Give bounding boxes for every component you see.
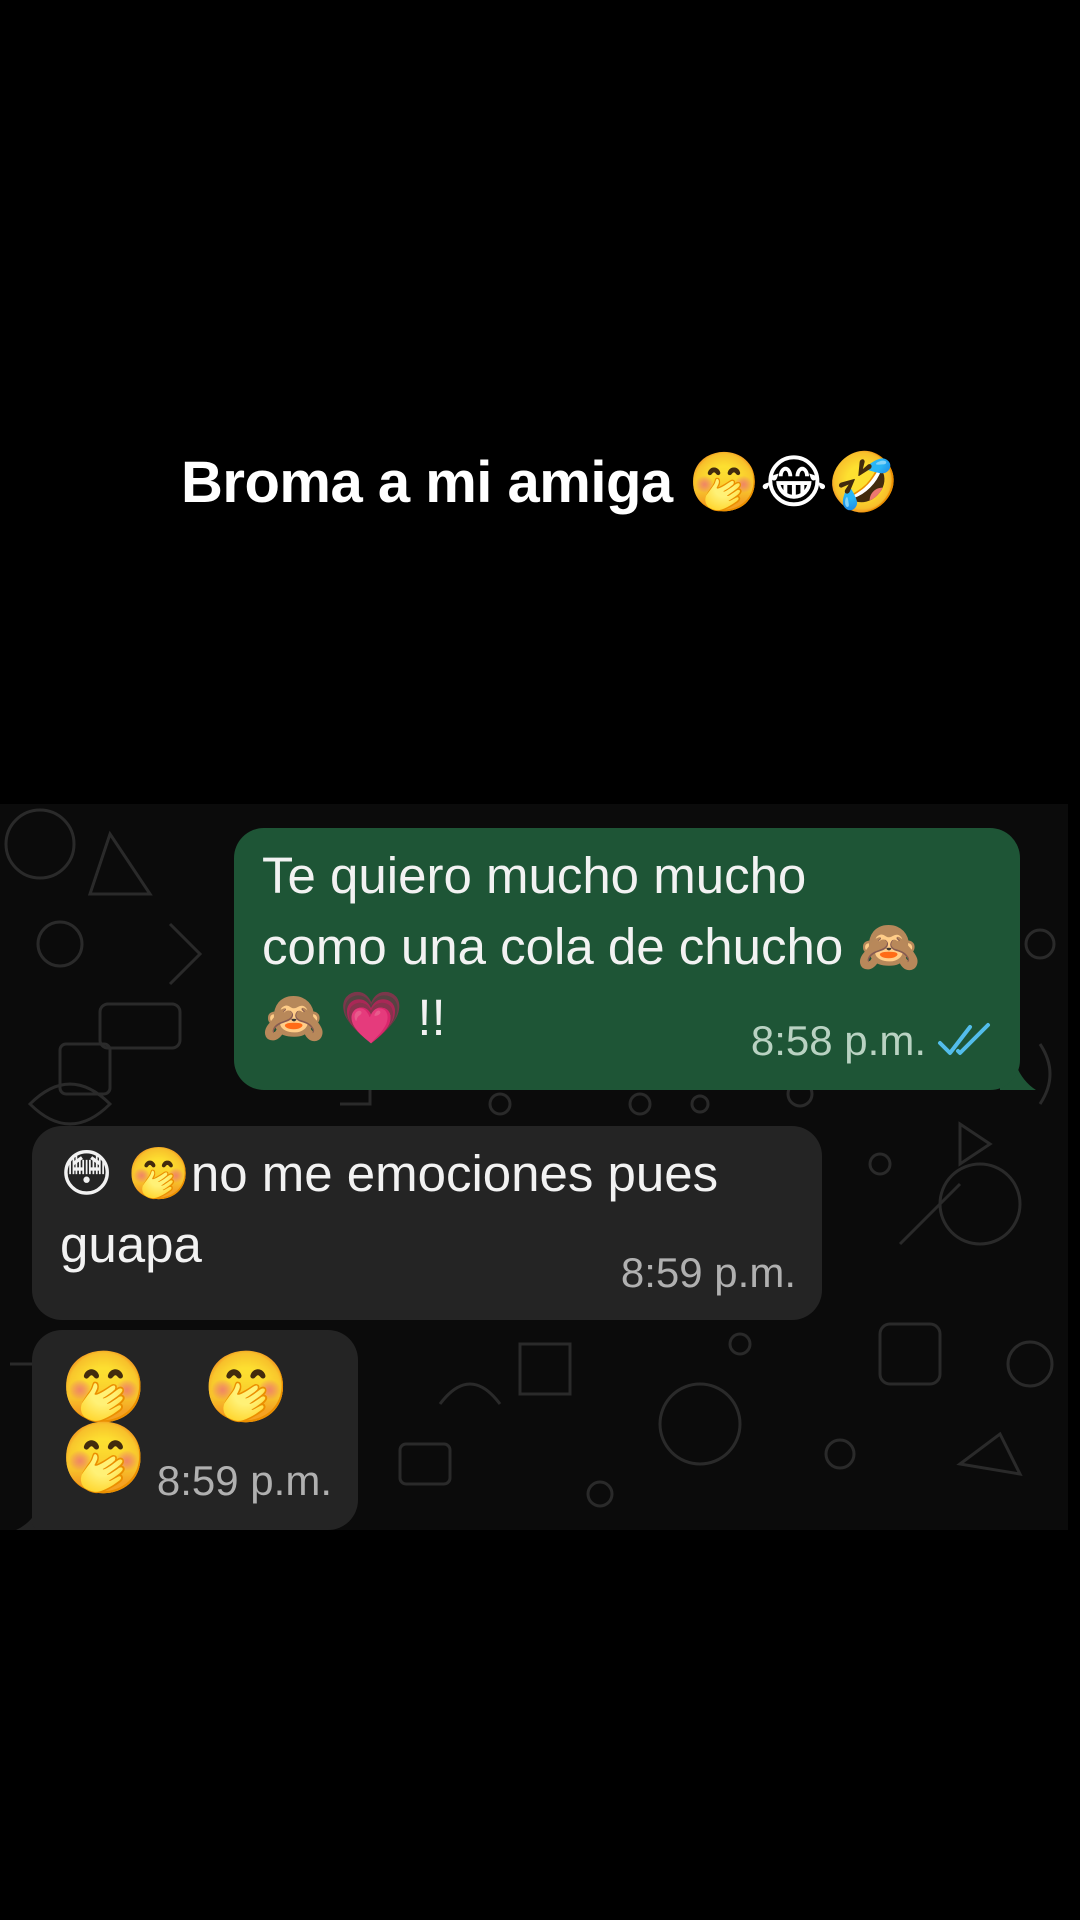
- outgoing-message-bubble[interactable]: Te quiero mucho mucho como una cola de c…: [234, 828, 1020, 1090]
- video-frame: Broma a mi amiga 🤭😂🤣 Te quiero mucho muc…: [0, 0, 1080, 1920]
- incoming-message-bubble[interactable]: 😳 🤭no me emociones pues guapa 8:59 p.m.: [32, 1126, 822, 1320]
- message-meta: 8:59 p.m.: [157, 1445, 332, 1516]
- message-text-line: 😳 🤭no me emociones pues: [60, 1145, 719, 1202]
- message-meta: 8:58 p.m.: [751, 1005, 994, 1076]
- message-meta: 8:59 p.m.: [621, 1237, 796, 1308]
- message-time: 8:59 p.m.: [620, 1249, 796, 1296]
- message-time: 8:58 p.m.: [750, 1017, 926, 1064]
- message-text-line: Te quiero mucho mucho: [262, 847, 807, 904]
- message-text-line: como una cola de chucho 🙈: [262, 918, 921, 975]
- video-caption: Broma a mi amiga 🤭😂🤣: [181, 450, 899, 515]
- chat-screenshot: Te quiero mucho mucho como una cola de c…: [0, 804, 1068, 1530]
- incoming-message-bubble[interactable]: 🤭 🤭 🤭 8:59 p.m.: [32, 1330, 358, 1530]
- double-check-read-icon: [938, 1022, 990, 1055]
- message-time: 8:59 p.m.: [156, 1457, 332, 1504]
